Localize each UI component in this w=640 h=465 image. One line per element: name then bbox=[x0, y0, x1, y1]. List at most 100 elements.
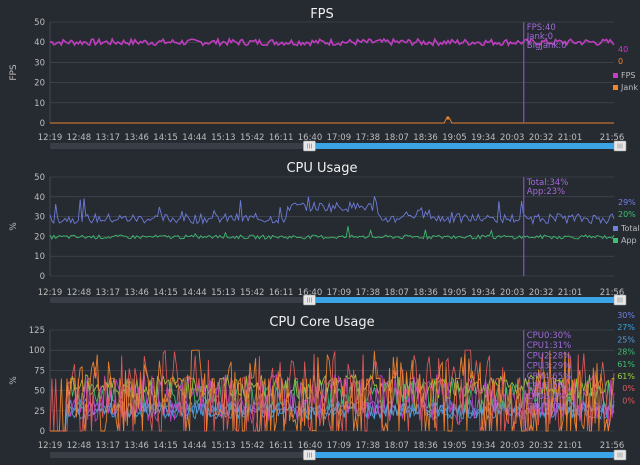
x-tick-label: 18:07 bbox=[384, 288, 409, 298]
x-tick-label: 19:05 bbox=[442, 133, 467, 143]
y-tick-label: 40 bbox=[34, 193, 45, 203]
right-value-label: 20% bbox=[618, 210, 636, 219]
x-tick-label: 18:07 bbox=[384, 441, 409, 451]
x-tick-label: 20:03 bbox=[500, 441, 525, 451]
cursor-readout-label: CPU4:65% bbox=[527, 372, 571, 382]
x-tick-label: 19:05 bbox=[442, 441, 467, 451]
x-tick-label: 12:48 bbox=[67, 133, 92, 143]
y-tick-label: 100 bbox=[29, 346, 45, 356]
y-tick-label: 10 bbox=[34, 99, 45, 109]
x-tick-label: 14:15 bbox=[153, 441, 178, 451]
x-tick-label: 20:32 bbox=[529, 441, 554, 451]
x-tick-label: 15:42 bbox=[240, 133, 265, 143]
right-value-label: 28% bbox=[617, 348, 635, 357]
y-tick-label: 50 bbox=[34, 18, 45, 28]
x-tick-label: 12:19 bbox=[38, 441, 63, 451]
x-tick-label: 15:13 bbox=[211, 133, 236, 143]
x-tick-label: 14:44 bbox=[182, 288, 207, 298]
chart-title: CPU Core Usage bbox=[269, 315, 374, 330]
x-tick-label: 14:44 bbox=[182, 441, 207, 451]
x-tick-label: 16:11 bbox=[269, 288, 294, 298]
y-tick-label: 0 bbox=[40, 427, 45, 437]
legend-swatch bbox=[613, 85, 618, 90]
y-tick-label: 0 bbox=[40, 119, 45, 129]
right-value-label: 0% bbox=[622, 384, 635, 393]
cursor-readout-label: CPU0:30% bbox=[527, 331, 571, 341]
x-tick-label: 17:38 bbox=[356, 133, 381, 143]
series-spike-marker bbox=[446, 116, 450, 120]
right-value-label: 40 bbox=[618, 45, 628, 54]
right-value-label: 61% bbox=[617, 360, 635, 369]
x-tick-label: 21:56 bbox=[600, 441, 625, 451]
y-tick-label: 30 bbox=[34, 213, 45, 223]
x-tick-label: 19:34 bbox=[471, 288, 496, 298]
x-tick-label: 21:01 bbox=[558, 288, 583, 298]
x-tick-label: 20:03 bbox=[500, 133, 525, 143]
cursor-readout-label: BigJank:0 bbox=[527, 41, 567, 51]
cursor-readout-label: CPU6:0% bbox=[527, 392, 566, 402]
legend-swatch bbox=[613, 226, 618, 231]
x-tick-label: 14:44 bbox=[182, 133, 207, 143]
right-value-label: 29% bbox=[618, 198, 636, 207]
x-tick-label: 19:34 bbox=[471, 441, 496, 451]
legend-entry[interactable]: Jank bbox=[620, 83, 638, 92]
x-tick-label: 12:19 bbox=[38, 288, 63, 298]
x-tick-label: 17:09 bbox=[327, 288, 352, 298]
y-tick-label: 0 bbox=[40, 272, 45, 282]
x-tick-label: 18:36 bbox=[413, 133, 438, 143]
cursor-readout-label: CPU1:31% bbox=[527, 341, 571, 351]
x-tick-label: 20:32 bbox=[529, 133, 554, 143]
y-axis-label: % bbox=[9, 222, 19, 231]
x-tick-label: 13:17 bbox=[96, 133, 121, 143]
x-tick-label: 14:15 bbox=[153, 288, 178, 298]
x-tick-label: 19:34 bbox=[471, 133, 496, 143]
cursor-readout-label: CPU7:0% bbox=[527, 402, 566, 412]
cursor-readout-label: CPU2:28% bbox=[527, 351, 571, 361]
right-value-label: 27% bbox=[617, 323, 635, 332]
x-tick-label: 15:42 bbox=[240, 441, 265, 451]
x-tick-label: 20:32 bbox=[529, 288, 554, 298]
x-tick-label: 19:05 bbox=[442, 288, 467, 298]
x-tick-label: 13:46 bbox=[124, 133, 149, 143]
x-tick-label: 12:48 bbox=[67, 288, 92, 298]
x-tick-label: 17:09 bbox=[327, 133, 352, 143]
right-value-label: 0 bbox=[618, 57, 623, 66]
x-tick-label: 13:46 bbox=[124, 441, 149, 451]
legend-entry[interactable]: FPS bbox=[621, 71, 636, 80]
x-tick-label: 18:07 bbox=[384, 133, 409, 143]
x-tick-label: 15:13 bbox=[211, 441, 236, 451]
y-tick-label: 25 bbox=[34, 407, 45, 417]
x-tick-label: 21:01 bbox=[558, 441, 583, 451]
y-tick-label: 10 bbox=[34, 252, 45, 262]
y-tick-label: 50 bbox=[34, 173, 45, 183]
x-tick-label: 13:17 bbox=[96, 441, 121, 451]
y-tick-label: 75 bbox=[34, 366, 45, 376]
x-tick-label: 17:09 bbox=[327, 441, 352, 451]
cursor-readout-label: App:23% bbox=[527, 187, 565, 197]
x-tick-label: 18:36 bbox=[413, 288, 438, 298]
right-value-label: 61% bbox=[617, 372, 635, 381]
y-tick-label: 50 bbox=[34, 387, 45, 397]
legend-entry[interactable]: Total bbox=[620, 224, 640, 233]
x-tick-label: 12:19 bbox=[38, 133, 63, 143]
y-tick-label: 125 bbox=[29, 326, 45, 336]
x-tick-label: 12:48 bbox=[67, 441, 92, 451]
legend-swatch bbox=[613, 73, 618, 78]
cursor-readout-label: CPU3:29% bbox=[527, 362, 571, 372]
dashboard-charts: FPS01020304050FPS12:19 12:48 13:17 13:46 14:… bbox=[0, 0, 640, 465]
x-tick-label: 16:11 bbox=[269, 133, 294, 143]
x-tick-label: 13:46 bbox=[124, 288, 149, 298]
x-tick-label: 16:40 bbox=[298, 441, 323, 451]
slider-range-fill[interactable] bbox=[303, 452, 626, 458]
x-tick-label: 15:42 bbox=[240, 288, 265, 298]
x-tick-label: 16:11 bbox=[269, 441, 294, 451]
legend-entry[interactable]: App bbox=[621, 236, 637, 245]
cursor-readout-label: CPU5:0% bbox=[527, 382, 566, 392]
chart-title: CPU Usage bbox=[286, 161, 357, 176]
slider-range-fill[interactable] bbox=[303, 143, 626, 149]
right-value-label: 25% bbox=[617, 335, 635, 344]
slider-range-fill[interactable] bbox=[303, 297, 626, 303]
x-tick-label: 17:38 bbox=[356, 441, 381, 451]
x-tick-label: 20:03 bbox=[500, 288, 525, 298]
y-tick-label: 20 bbox=[34, 79, 45, 89]
